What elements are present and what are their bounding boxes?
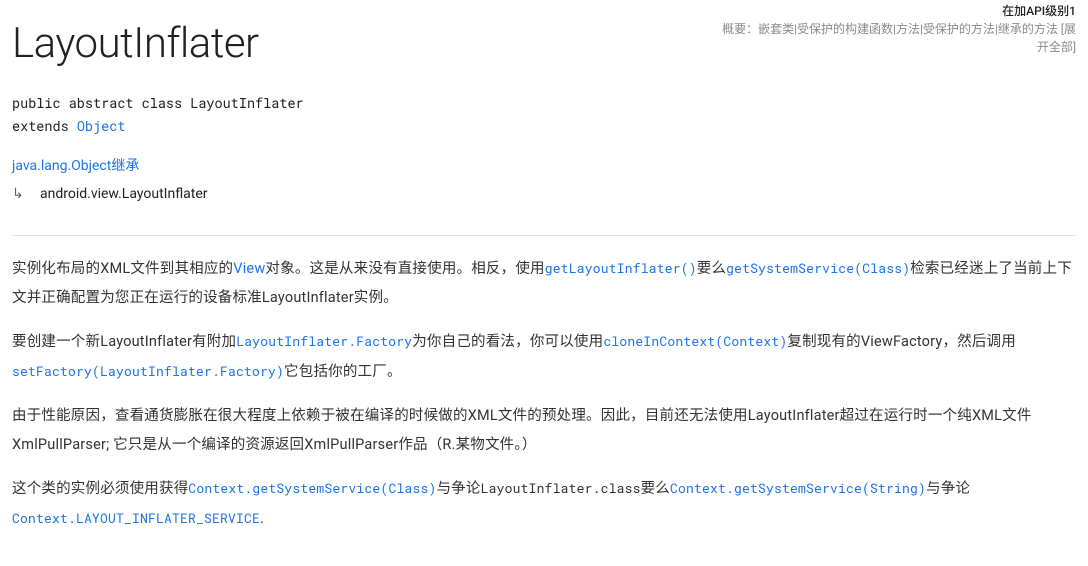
- paragraph-3: 由于性能原因，查看通货膨胀在很大程度上依赖于被在编译的时候做的XML文件的预处理…: [12, 401, 1076, 460]
- link-getlayoutinflater[interactable]: getLayoutInflater(): [545, 259, 697, 277]
- header-meta: 在加API级别1 概要：嵌套类|受保护的构建函数|方法|受保护的方法|继承的方法…: [716, 2, 1076, 56]
- divider: [12, 235, 1076, 236]
- link-cloneincontext[interactable]: cloneInContext(Context): [603, 332, 787, 350]
- api-level-badge: 在加API级别1: [716, 2, 1076, 20]
- paragraph-2: 要创建一个新LayoutInflater有附加LayoutInflater.Fa…: [12, 327, 1076, 386]
- link-object[interactable]: Object: [77, 117, 126, 135]
- link-setfactory[interactable]: setFactory(LayoutInflater.Factory): [12, 362, 284, 380]
- summary-nav: 概要：嵌套类|受保护的构建函数|方法|受保护的方法|继承的方法 [展开全部]: [716, 20, 1076, 56]
- paragraph-4: 这个类的实例必须使用获得Context.getSystemService(Cla…: [12, 474, 1076, 533]
- tree-arrow-icon: ↳: [12, 181, 40, 209]
- link-context-getsystemservice-string[interactable]: Context.getSystemService(String): [670, 479, 926, 497]
- code-layoutinflater-class: LayoutInflater.class: [481, 479, 641, 497]
- link-layoutinflater-factory[interactable]: LayoutInflater.Factory: [236, 332, 412, 350]
- inheritance-tree: java.lang.Object继承 ↳android.view.LayoutI…: [12, 152, 1076, 219]
- link-context-getsystemservice-class[interactable]: Context.getSystemService(Class): [188, 479, 436, 497]
- link-java-lang-object[interactable]: java.lang.Object继承: [12, 158, 139, 174]
- paragraph-1: 实例化布局的XML文件到其相应的View对象。这是从来没有直接使用。相反，使用g…: [12, 254, 1076, 313]
- inheritance-current: android.view.LayoutInflater: [40, 186, 208, 202]
- link-getsystemservice-class[interactable]: getSystemService(Class): [726, 259, 910, 277]
- class-signature: public abstract class LayoutInflater ext…: [12, 92, 1076, 152]
- link-context-layout-inflater-service[interactable]: Context.LAYOUT_INFLATER_SERVICE: [12, 509, 260, 527]
- link-view[interactable]: View: [233, 260, 265, 277]
